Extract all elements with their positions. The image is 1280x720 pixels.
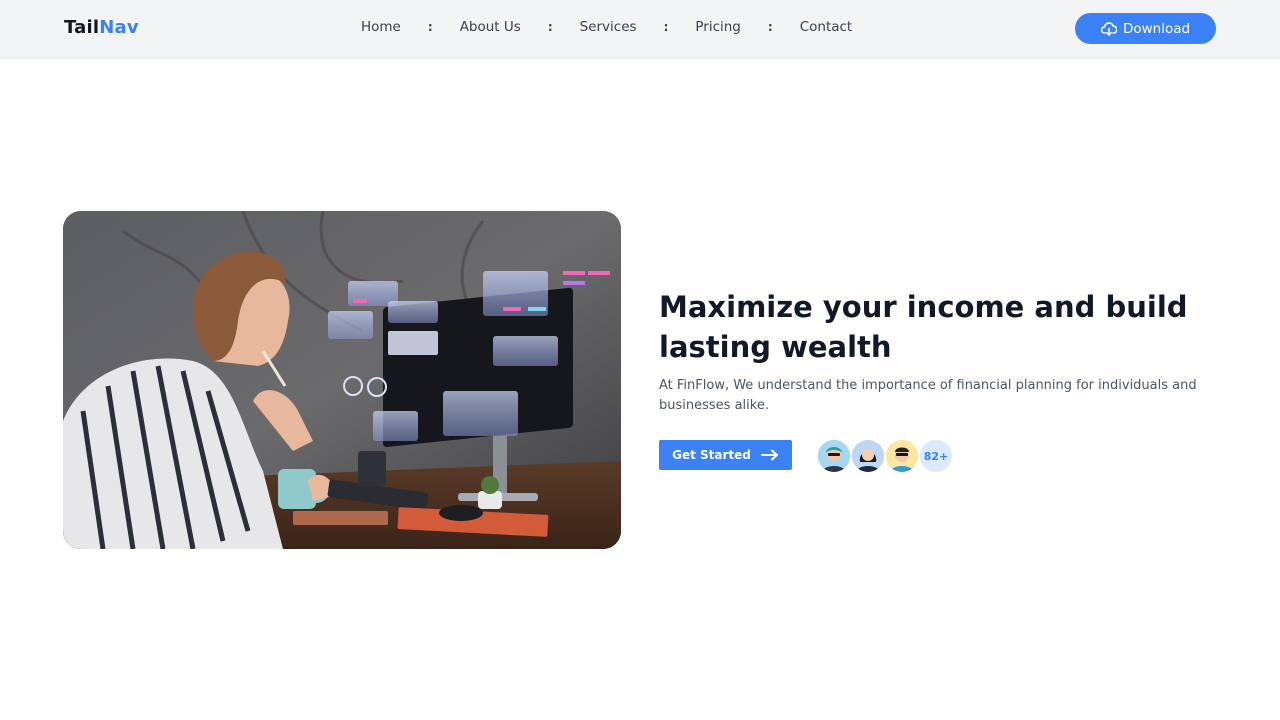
brand-name-part2: Nav	[99, 17, 139, 38]
brand-name-part1: Tail	[64, 17, 100, 38]
arrow-right-icon	[760, 449, 779, 461]
nav-link-services[interactable]: Services	[580, 19, 637, 35]
nav-link-pricing[interactable]: Pricing	[695, 19, 741, 35]
nav-separator: :	[547, 20, 553, 34]
avatar	[816, 438, 852, 474]
download-label: Download	[1122, 20, 1191, 37]
nav-separator: :	[767, 20, 773, 34]
hero-photo	[63, 211, 621, 549]
user-avatars: 82+	[816, 438, 954, 474]
get-started-button[interactable]: Get Started	[659, 440, 792, 470]
hero-subtext: At FinFlow, We understand the importance…	[659, 378, 1197, 413]
avatar	[850, 438, 886, 474]
cloud-download-icon	[1100, 21, 1118, 36]
nav-separator: :	[663, 20, 669, 34]
nav-separator: :	[427, 20, 433, 34]
hero-headline: Maximize your income and build lasting w…	[659, 290, 1188, 364]
nav-link-contact[interactable]: Contact	[800, 19, 853, 35]
main-nav: Home : About Us : Services : Pricing : C…	[361, 19, 852, 35]
navbar: TailNav Home : About Us : Services : Pri…	[0, 0, 1280, 57]
nav-link-home[interactable]: Home	[361, 19, 401, 35]
avatar	[884, 438, 920, 474]
brand-logo[interactable]: TailNav	[64, 17, 139, 38]
nav-link-about-us[interactable]: About Us	[460, 19, 521, 35]
avatar-more-count: 82+	[918, 438, 954, 474]
get-started-label: Get Started	[672, 448, 751, 462]
download-button[interactable]: Download	[1075, 13, 1216, 44]
